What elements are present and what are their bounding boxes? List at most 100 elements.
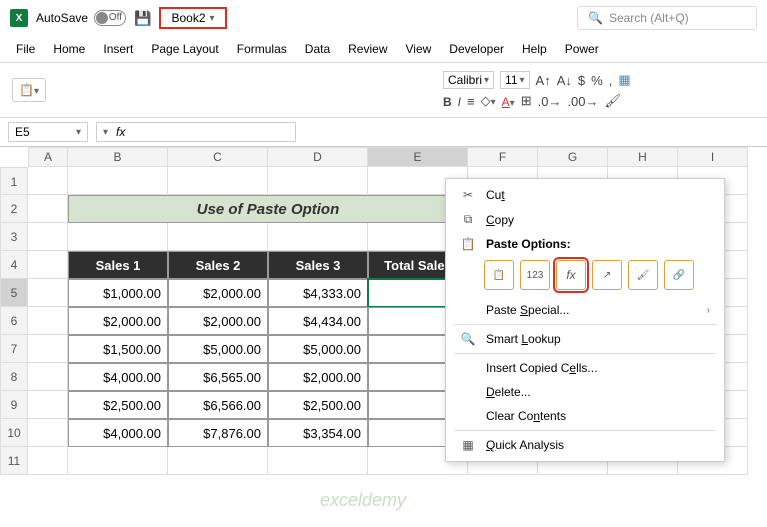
italic-icon[interactable]: I <box>458 94 461 109</box>
ctx-insert[interactable]: Insert Copied Cells... <box>446 356 724 380</box>
rowhead-8[interactable]: 8 <box>0 363 28 391</box>
format-painter-icon[interactable]: 🖌 <box>605 93 622 109</box>
cell[interactable]: $4,333.00 <box>268 279 368 307</box>
cell[interactable] <box>168 167 268 195</box>
paste-formatting-icon[interactable]: 🖌 <box>628 260 658 290</box>
tab-power[interactable]: Power <box>565 42 599 56</box>
cell[interactable] <box>168 447 268 475</box>
tab-data[interactable]: Data <box>305 42 330 56</box>
font-color-icon[interactable]: A▾ <box>502 94 515 109</box>
fx-icon[interactable]: fx <box>116 125 125 139</box>
cell[interactable]: $4,000.00 <box>68 363 168 391</box>
align-icon[interactable]: ≡ <box>467 94 475 109</box>
tab-review[interactable]: Review <box>348 42 387 56</box>
increase-font-icon[interactable]: A↑ <box>536 73 551 88</box>
border-icon[interactable]: ⊞ <box>521 93 532 109</box>
cancel-icon[interactable]: ▾ <box>103 127 108 138</box>
cell[interactable]: Sales 1 <box>68 251 168 279</box>
toggle-switch[interactable]: Off <box>94 10 126 26</box>
cell[interactable]: $1,000.00 <box>68 279 168 307</box>
cell[interactable]: $7,876.00 <box>168 419 268 447</box>
rowhead-9[interactable]: 9 <box>0 391 28 419</box>
cell[interactable]: $2,000.00 <box>68 307 168 335</box>
cell[interactable]: Sales 3 <box>268 251 368 279</box>
cell[interactable] <box>28 167 68 195</box>
cell[interactable] <box>28 391 68 419</box>
colhead-I[interactable]: I <box>678 147 748 167</box>
tab-file[interactable]: File <box>16 42 35 56</box>
cell[interactable] <box>168 223 268 251</box>
workbook-name-button[interactable]: Book2 ▾ <box>159 7 226 29</box>
cell[interactable] <box>68 167 168 195</box>
autosave-toggle[interactable]: AutoSave Off <box>36 10 126 26</box>
cell[interactable] <box>68 223 168 251</box>
cell[interactable]: $5,000.00 <box>168 335 268 363</box>
fill-color-icon[interactable]: ◇▾ <box>481 93 496 109</box>
rowhead-11[interactable]: 11 <box>0 447 28 475</box>
increase-decimal-icon[interactable]: .00→ <box>567 94 598 109</box>
percent-icon[interactable]: % <box>591 73 603 88</box>
cell[interactable] <box>28 195 68 223</box>
paste-link-icon[interactable]: 🔗 <box>664 260 694 290</box>
cell[interactable] <box>28 307 68 335</box>
ctx-quick-analysis[interactable]: ▦Quick Analysis <box>446 433 724 457</box>
colhead-F[interactable]: F <box>468 147 538 167</box>
cell[interactable] <box>268 167 368 195</box>
cell[interactable]: $1,500.00 <box>68 335 168 363</box>
ctx-clear[interactable]: Clear Contents <box>446 404 724 428</box>
cell[interactable] <box>28 363 68 391</box>
decrease-decimal-icon[interactable]: .0→ <box>538 94 562 109</box>
cell[interactable]: Sales 2 <box>168 251 268 279</box>
cell[interactable] <box>268 223 368 251</box>
cell[interactable] <box>28 251 68 279</box>
cell[interactable]: $6,565.00 <box>168 363 268 391</box>
cell[interactable]: $2,000.00 <box>268 363 368 391</box>
tab-view[interactable]: View <box>406 42 432 56</box>
font-name-combo[interactable]: Calibri▾ <box>443 71 494 89</box>
colhead-E[interactable]: E <box>368 147 468 167</box>
cell[interactable] <box>28 447 68 475</box>
cell[interactable] <box>28 223 68 251</box>
tab-insert[interactable]: Insert <box>103 42 133 56</box>
search-input[interactable]: 🔍 Search (Alt+Q) <box>577 6 757 30</box>
cell[interactable]: $2,500.00 <box>268 391 368 419</box>
colhead-D[interactable]: D <box>268 147 368 167</box>
colhead-H[interactable]: H <box>608 147 678 167</box>
cell[interactable]: $2,500.00 <box>68 391 168 419</box>
cell[interactable] <box>68 447 168 475</box>
paste-transpose-icon[interactable]: ↗ <box>592 260 622 290</box>
tab-page-layout[interactable]: Page Layout <box>151 42 218 56</box>
cell[interactable]: $6,566.00 <box>168 391 268 419</box>
rowhead-6[interactable]: 6 <box>0 307 28 335</box>
colhead-C[interactable]: C <box>168 147 268 167</box>
format-icon[interactable]: ▦ <box>618 72 630 88</box>
rowhead-4[interactable]: 4 <box>0 251 28 279</box>
cell[interactable]: $2,000.00 <box>168 307 268 335</box>
cell[interactable] <box>28 279 68 307</box>
cell[interactable] <box>28 335 68 363</box>
colhead-A[interactable]: A <box>28 147 68 167</box>
ctx-copy[interactable]: ⧉Copy <box>446 207 724 232</box>
colhead-G[interactable]: G <box>538 147 608 167</box>
cell[interactable]: Use of Paste Option <box>68 195 468 223</box>
cell[interactable]: $5,000.00 <box>268 335 368 363</box>
paste-values-icon[interactable]: 123 <box>520 260 550 290</box>
tab-formulas[interactable]: Formulas <box>237 42 287 56</box>
cell[interactable]: $3,354.00 <box>268 419 368 447</box>
currency-icon[interactable]: $ <box>578 73 585 88</box>
rowhead-1[interactable]: 1 <box>0 167 28 195</box>
ctx-delete[interactable]: Delete... <box>446 380 724 404</box>
font-size-combo[interactable]: 11▾ <box>500 71 530 89</box>
cell[interactable]: $4,000.00 <box>68 419 168 447</box>
name-box[interactable]: E5▾ <box>8 122 88 142</box>
rowhead-2[interactable]: 2 <box>0 195 28 223</box>
ctx-paste-special[interactable]: Paste Special...› <box>446 298 724 322</box>
comma-icon[interactable]: , <box>609 73 613 88</box>
paste-formulas-icon[interactable]: fx <box>556 260 586 290</box>
tab-home[interactable]: Home <box>53 42 85 56</box>
cell[interactable] <box>28 419 68 447</box>
paste-all-icon[interactable]: 📋 <box>484 260 514 290</box>
rowhead-7[interactable]: 7 <box>0 335 28 363</box>
rowhead-10[interactable]: 10 <box>0 419 28 447</box>
rowhead-3[interactable]: 3 <box>0 223 28 251</box>
